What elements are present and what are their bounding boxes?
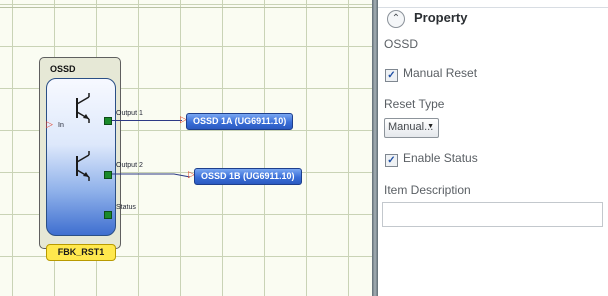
- ossd-function-block[interactable]: OSSD: [39, 57, 121, 249]
- input-arrow-icon: ▷: [46, 120, 53, 130]
- reset-type-label: Reset Type: [384, 97, 445, 111]
- status-pin-connector[interactable]: [104, 211, 112, 219]
- checkmark-icon: ✓: [387, 155, 396, 166]
- transistor-icon: [76, 93, 90, 123]
- connection-wire-2: [112, 173, 191, 178]
- reset-type-select[interactable]: Manual... ▼: [384, 118, 439, 138]
- output-pin-connector-2[interactable]: [104, 171, 112, 179]
- diagram-canvas[interactable]: OSSD ▷ In Output 1 Output 2 Status ▷ OSS…: [0, 0, 372, 296]
- dropdown-arrow-icon: ▼: [427, 123, 434, 130]
- block-title: OSSD: [50, 64, 76, 74]
- panel-subtitle: OSSD: [384, 37, 419, 51]
- output-pin-label-2: Output 2: [116, 162, 143, 169]
- connection-wire-1: [112, 120, 182, 121]
- chevron-up-icon[interactable]: ⌃: [387, 10, 405, 28]
- manual-reset-checkbox[interactable]: ✓: [385, 69, 398, 82]
- property-panel: ⌃ Property OSSD ✓ Manual Reset Reset Typ…: [378, 0, 608, 296]
- panel-title: Property: [414, 10, 468, 25]
- enable-status-label: Enable Status: [403, 151, 478, 165]
- item-description-label: Item Description: [384, 183, 471, 197]
- panel-top-rule: [378, 7, 608, 8]
- manual-reset-label: Manual Reset: [403, 66, 478, 80]
- output-ossd-1a[interactable]: OSSD 1A (UG6911.10): [186, 113, 294, 130]
- input-pin-label: In: [58, 122, 64, 129]
- canvas-top-rule: [0, 7, 372, 8]
- output-ossd-1b[interactable]: OSSD 1B (UG6911.10): [194, 168, 302, 185]
- item-description-input[interactable]: [382, 202, 603, 227]
- output-pin-connector-1[interactable]: [104, 117, 112, 125]
- checkmark-icon: ✓: [387, 70, 396, 81]
- enable-status-checkbox[interactable]: ✓: [385, 154, 398, 167]
- transistor-icon: [76, 151, 90, 181]
- output-pin-label-1: Output 1: [116, 110, 143, 117]
- status-pin-label: Status: [116, 204, 136, 211]
- block-name-tag[interactable]: FBK_RST1: [46, 244, 116, 261]
